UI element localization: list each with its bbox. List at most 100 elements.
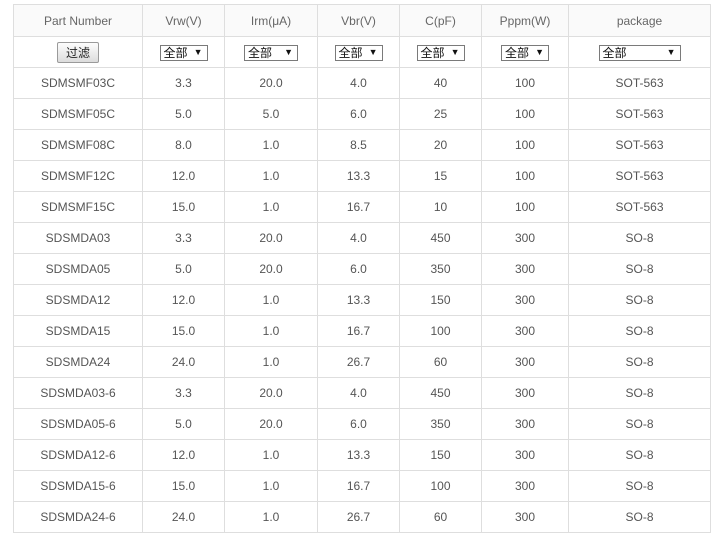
vbr-cell: 8.5: [317, 129, 400, 161]
vrw-cell: 8.0: [142, 129, 225, 161]
vbr-cell: 6.0: [317, 253, 400, 285]
triangle-down-icon: ▼: [535, 47, 544, 57]
pppm-cell: 100: [481, 98, 569, 130]
irm-filter-select[interactable]: 全部 ▼: [244, 44, 298, 61]
capacitance-cell: 20: [399, 129, 482, 161]
package-cell: SOT-563: [568, 191, 711, 223]
vrw-cell: 15.0: [142, 191, 225, 223]
part-number-cell: SDSMDA03: [13, 222, 143, 254]
vbr-cell: 16.7: [317, 315, 400, 347]
table-row: SDMSMF03C 3.3 20.0 4.0 40 100 SOT-563: [13, 67, 711, 99]
column-header-vrw: Vrw(V): [142, 4, 225, 37]
vbr-filter-select[interactable]: 全部 ▼: [334, 44, 383, 61]
table-row: SDSMDA15-6 15.0 1.0 16.7 100 300 SO-8: [13, 470, 711, 502]
package-cell: SO-8: [568, 284, 711, 316]
column-header-part-number: Part Number: [13, 4, 143, 37]
vbr-cell: 6.0: [317, 408, 400, 440]
part-number-cell: SDSMDA24: [13, 346, 143, 378]
capacitance-cell: 450: [399, 377, 482, 409]
pppm-cell: 300: [481, 253, 569, 285]
vbr-cell: 26.7: [317, 346, 400, 378]
irm-cell: 1.0: [224, 439, 318, 471]
part-number-cell: SDSMDA03-6: [13, 377, 143, 409]
capacitance-cell: 100: [399, 315, 482, 347]
column-header-vbr: Vbr(V): [317, 4, 400, 37]
vrw-cell: 12.0: [142, 284, 225, 316]
package-cell: SO-8: [568, 222, 711, 254]
package-filter-select[interactable]: 全部 ▼: [598, 44, 681, 61]
package-cell: SOT-563: [568, 67, 711, 99]
package-cell: SO-8: [568, 470, 711, 502]
capacitance-cell: 450: [399, 222, 482, 254]
pppm-filter-select[interactable]: 全部 ▼: [501, 44, 549, 61]
capacitance-filter-select[interactable]: 全部 ▼: [416, 44, 465, 61]
header-row: Part Number Vrw(V) Irm(μA) Vbr(V) C(pF) …: [13, 4, 711, 37]
part-number-cell: SDSMDA05: [13, 253, 143, 285]
vbr-filter-value: 全部: [338, 46, 363, 60]
vrw-filter-select[interactable]: 全部 ▼: [159, 44, 208, 61]
triangle-down-icon: ▼: [666, 47, 676, 57]
irm-cell: 20.0: [224, 408, 318, 440]
pppm-cell: 300: [481, 377, 569, 409]
capacitance-cell: 350: [399, 408, 482, 440]
vbr-cell: 16.7: [317, 470, 400, 502]
irm-cell: 20.0: [224, 67, 318, 99]
table-row: SDMSMF12C 12.0 1.0 13.3 15 100 SOT-563: [13, 160, 711, 192]
pppm-cell: 300: [481, 315, 569, 347]
pppm-cell: 300: [481, 408, 569, 440]
pppm-cell: 100: [481, 67, 569, 99]
irm-cell: 1.0: [224, 284, 318, 316]
vrw-cell: 12.0: [142, 439, 225, 471]
vbr-cell: 13.3: [317, 160, 400, 192]
vbr-cell: 4.0: [317, 67, 400, 99]
part-number-cell: SDSMDA12-6: [13, 439, 143, 471]
pppm-cell: 300: [481, 346, 569, 378]
column-header-capacitance: C(pF): [399, 4, 482, 37]
vbr-cell: 13.3: [317, 284, 400, 316]
table-row: SDSMDA05-6 5.0 20.0 6.0 350 300 SO-8: [13, 408, 711, 440]
irm-cell: 1.0: [224, 160, 318, 192]
vrw-cell: 24.0: [142, 346, 225, 378]
table-row: SDSMDA03-6 3.3 20.0 4.0 450 300 SO-8: [13, 377, 711, 409]
package-cell: SO-8: [568, 408, 711, 440]
package-cell: SO-8: [568, 501, 711, 533]
capacitance-cell: 60: [399, 501, 482, 533]
vrw-cell: 3.3: [142, 222, 225, 254]
triangle-down-icon: ▼: [368, 47, 378, 57]
vrw-cell: 5.0: [142, 98, 225, 130]
package-filter-value: 全部: [602, 46, 627, 60]
part-number-cell: SDMSMF03C: [13, 67, 143, 99]
irm-cell: 5.0: [224, 98, 318, 130]
vbr-cell: 4.0: [317, 222, 400, 254]
filter-button[interactable]: 过滤: [56, 41, 99, 63]
package-cell: SOT-563: [568, 129, 711, 161]
package-cell: SO-8: [568, 253, 711, 285]
irm-cell: 1.0: [224, 470, 318, 502]
package-cell: SO-8: [568, 315, 711, 347]
column-header-package: package: [568, 4, 711, 37]
triangle-down-icon: ▼: [284, 47, 293, 57]
pppm-cell: 300: [481, 501, 569, 533]
part-number-cell: SDMSMF12C: [13, 160, 143, 192]
capacitance-cell: 10: [399, 191, 482, 223]
vrw-cell: 3.3: [142, 377, 225, 409]
capacitance-cell: 150: [399, 284, 482, 316]
table-row: SDMSMF08C 8.0 1.0 8.5 20 100 SOT-563: [13, 129, 711, 161]
pppm-cell: 300: [481, 439, 569, 471]
capacitance-cell: 150: [399, 439, 482, 471]
part-number-cell: SDSMDA24-6: [13, 501, 143, 533]
part-number-cell: SDMSMF05C: [13, 98, 143, 130]
pppm-cell: 300: [481, 284, 569, 316]
vrw-cell: 5.0: [142, 253, 225, 285]
capacitance-cell: 40: [399, 67, 482, 99]
pppm-cell: 100: [481, 191, 569, 223]
capacitance-cell: 100: [399, 470, 482, 502]
table-row: SDMSMF05C 5.0 5.0 6.0 25 100 SOT-563: [13, 98, 711, 130]
pppm-cell: 100: [481, 160, 569, 192]
table-body: SDMSMF03C 3.3 20.0 4.0 40 100 SOT-563 SDMSMF05C…: [13, 67, 711, 533]
package-cell: SO-8: [568, 377, 711, 409]
vbr-cell: 26.7: [317, 501, 400, 533]
part-number-cell: SDSMDA12: [13, 284, 143, 316]
vrw-filter-value: 全部: [163, 46, 188, 60]
irm-cell: 1.0: [224, 191, 318, 223]
